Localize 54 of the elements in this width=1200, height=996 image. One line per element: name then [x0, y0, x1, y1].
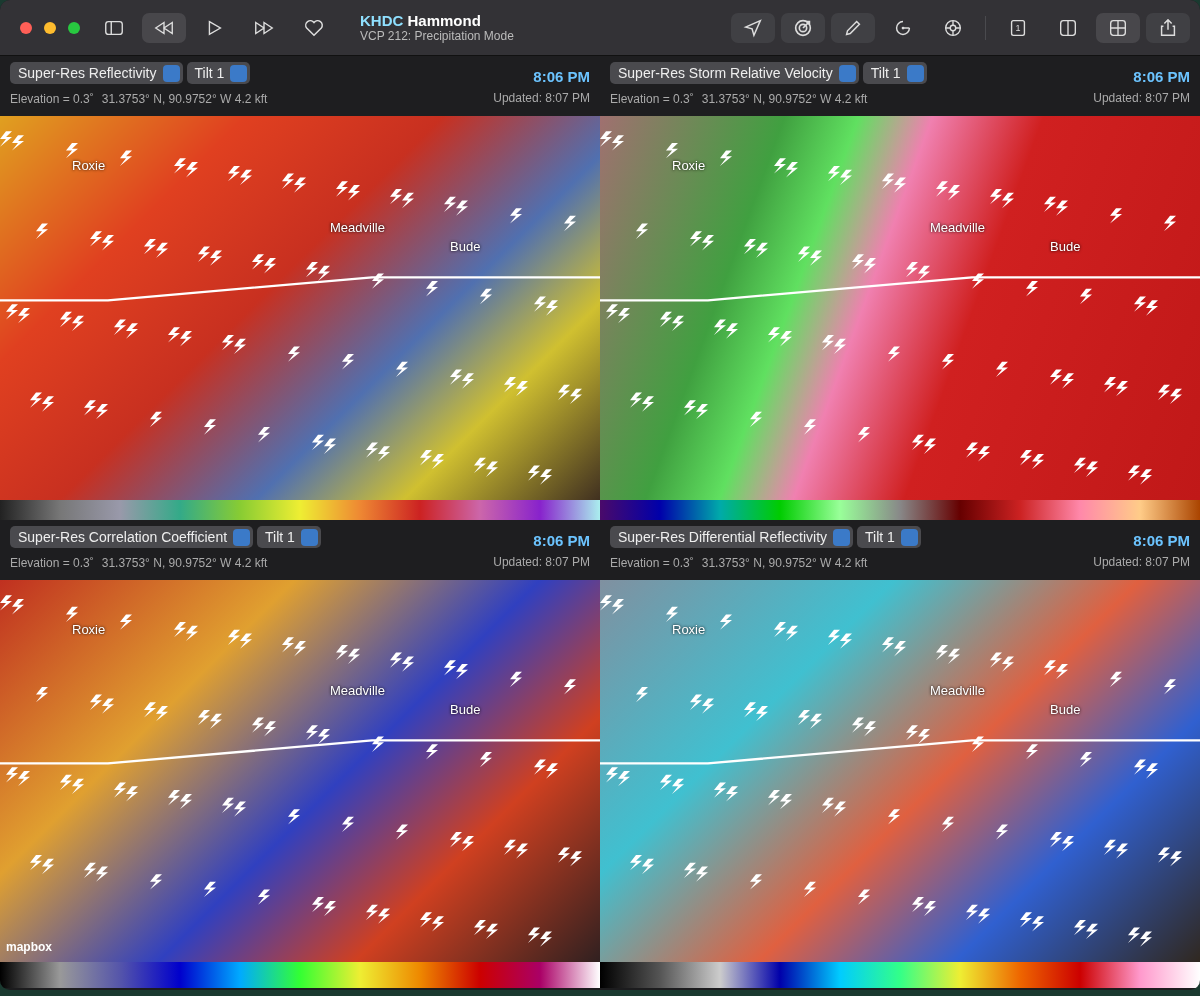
attribution-logo: mapbox: [6, 940, 52, 954]
place-label: Bude: [450, 702, 481, 718]
place-label: Roxie: [672, 158, 706, 174]
tilt-dropdown[interactable]: Tilt 1: [186, 62, 251, 84]
close-button[interactable]: [20, 21, 32, 34]
place-label: Meadville: [330, 683, 385, 699]
draw-button[interactable]: [831, 12, 875, 43]
scan-mode: VCP 212: Precipitation Mode: [360, 29, 514, 43]
product-dropdown[interactable]: Super-Res Correlation Coefficient: [10, 526, 254, 548]
elevation-label: Elevation = 0.3˚: [10, 556, 94, 570]
product-dropdown[interactable]: Super-Res Storm Relative Velocity: [610, 62, 859, 84]
place-label: Bude: [1050, 238, 1081, 254]
rewind-button[interactable]: [142, 12, 186, 43]
updated-time: Updated: 8:07 PM: [493, 91, 590, 105]
radar-map[interactable]: Roxie Meadville Bude: [600, 580, 1200, 962]
minimize-button[interactable]: [44, 21, 56, 34]
coordinates-label: 31.3753° N, 90.9752° W 4.2 kft: [101, 92, 268, 106]
scan-time: 8:06 PM: [1133, 532, 1190, 549]
place-label: Bude: [450, 238, 481, 254]
elevation-label: Elevation = 0.3˚: [610, 556, 694, 570]
radar-button[interactable]: [781, 12, 825, 43]
place-label: Roxie: [72, 158, 106, 174]
product-dropdown[interactable]: Super-Res Reflectivity: [10, 62, 183, 84]
scan-time: 8:06 PM: [533, 532, 590, 549]
radar-map[interactable]: Roxie Meadville Bude: [0, 116, 600, 500]
updated-time: Updated: 8:07 PM: [1093, 555, 1190, 569]
elevation-label: Elevation = 0.3˚: [10, 92, 94, 106]
tilt-dropdown[interactable]: Tilt 1: [257, 526, 321, 548]
arrow-icon: [742, 16, 764, 39]
place-label: Roxie: [72, 622, 106, 637]
station-title: KHDC Hammond: [360, 12, 482, 29]
location-button[interactable]: [731, 12, 775, 43]
radar-map[interactable]: Roxie Meadville Bude mapbox: [0, 580, 600, 962]
elevation-label: Elevation = 0.3˚: [610, 92, 694, 106]
place-label: Meadville: [930, 683, 985, 699]
scan-time: 8:06 PM: [1133, 68, 1190, 85]
place-label: Meadville: [930, 219, 985, 235]
tilt-dropdown[interactable]: Tilt 1: [862, 62, 927, 84]
place-label: Roxie: [672, 622, 706, 637]
place-label: Bude: [1050, 702, 1081, 718]
scan-time: 8:06 PM: [533, 68, 590, 85]
coordinates-label: 31.3753° N, 90.9752° W 4.2 kft: [701, 556, 868, 570]
single-layout-button[interactable]: 1: [996, 12, 1040, 43]
quad-layout-button[interactable]: [1096, 12, 1140, 43]
zoom-button[interactable]: [68, 21, 80, 34]
coordinates-label: 31.3753° N, 90.9752° W 4.2 kft: [701, 92, 868, 106]
updated-time: Updated: 8:07 PM: [493, 555, 590, 569]
tilt-dropdown[interactable]: Tilt 1: [857, 526, 921, 548]
product-dropdown[interactable]: Super-Res Differential Reflectivity: [610, 526, 854, 548]
radar-map[interactable]: Roxie Meadville Bude: [600, 116, 1200, 500]
place-label: Meadville: [330, 219, 385, 235]
share-button[interactable]: [1146, 12, 1190, 43]
coordinates-label: 31.3753° N, 90.9752° W 4.2 kft: [101, 556, 268, 570]
updated-time: Updated: 8:07 PM: [1093, 91, 1190, 105]
